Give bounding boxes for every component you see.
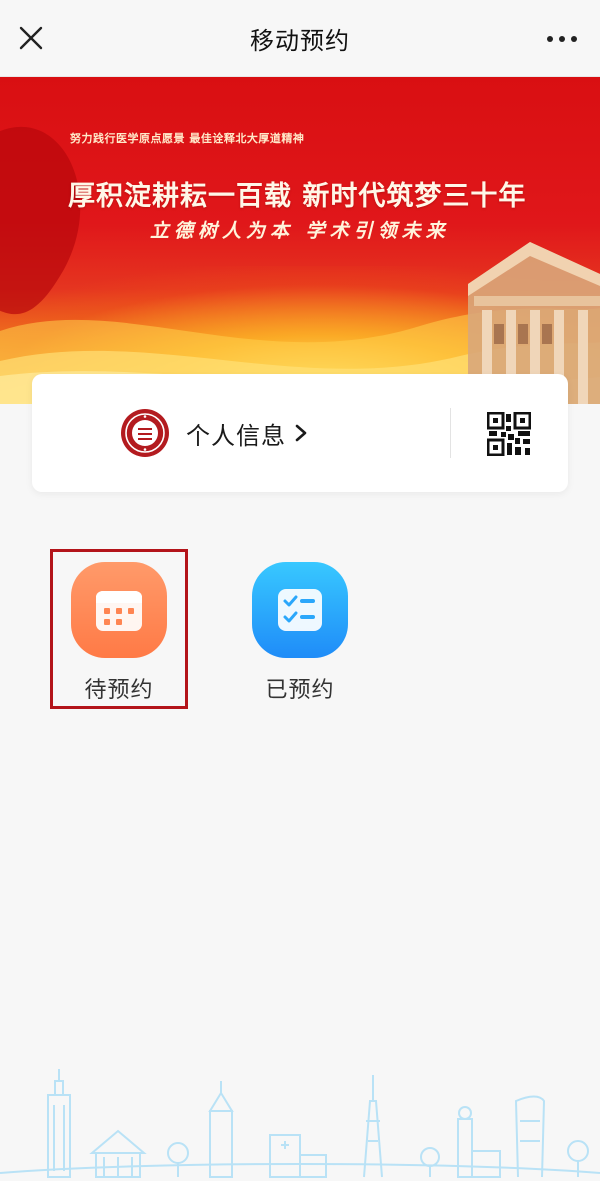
booked-icon-tile [252,562,348,658]
pending-appointments-button[interactable]: 待预约 [50,549,188,709]
calendar-icon [96,591,142,631]
qr-code-button[interactable] [486,411,532,457]
pending-label: 待预约 [84,678,154,703]
page-title: 移动预约 [250,26,350,55]
personal-info-card: 个人信息 [32,374,568,492]
personal-info-link[interactable]: 个人信息 [120,408,308,458]
card-divider [450,408,451,458]
chevron-right-icon [294,423,308,443]
hero-banner: 努力践行医学原点愿景 最佳诠释北大厚道精神 厚积淀耕耘一百载 新时代筑梦三十年 … [0,76,600,404]
header-bar: 移动预约 [0,0,600,77]
qr-code-icon [486,411,532,457]
city-skyline-illustration [0,1069,600,1178]
close-button[interactable] [12,19,50,57]
more-dots-icon [547,36,577,42]
checklist-icon [278,589,322,631]
more-button[interactable] [542,22,582,56]
close-icon [19,26,43,50]
hospital-logo-icon [121,409,169,457]
booked-label: 已预约 [265,678,335,703]
banner-subheadline: 立德树人为本 学术引领未来 [150,220,450,242]
personal-info-label: 个人信息 [186,421,286,450]
booked-appointments-button[interactable]: 已预约 [230,552,370,712]
banner-small-caption: 努力践行医学原点愿景 最佳诠释北大厚道精神 [70,132,305,145]
page: 移动预约 努力践行医学原点愿景 最佳诠释北大厚道精神 厚积淀耕耘一百载 新时代筑… [0,0,600,1181]
banner-headline: 厚积淀耕耘一百载 新时代筑梦三十年 [68,181,527,212]
pending-icon-tile [71,562,167,658]
